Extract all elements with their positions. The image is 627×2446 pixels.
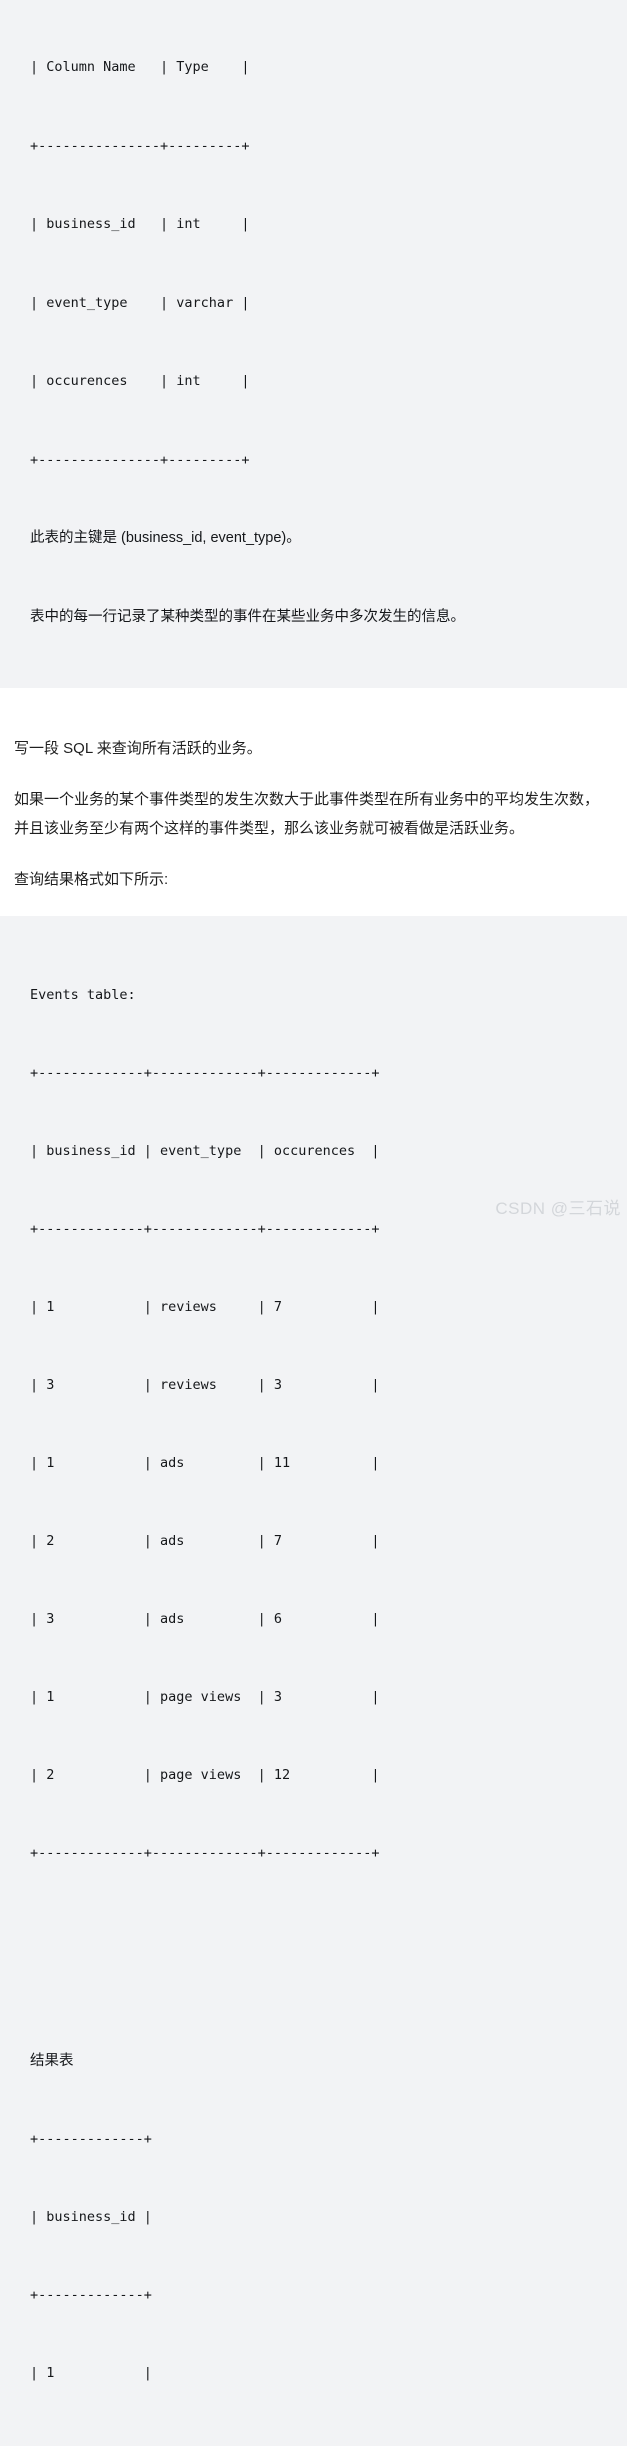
code-line: | occurences | int |: [30, 373, 250, 389]
code-line: | 1 |: [30, 2365, 152, 2381]
result-table-title: 结果表: [30, 2053, 74, 2069]
table-schema-code-block: | Column Name | Type | +---------------+…: [0, 0, 627, 688]
code-line: +-------------+: [0, 2438, 627, 2446]
code-line: +-------------+-------------+-----------…: [30, 1065, 380, 1081]
csdn-watermark: CSDN @三石说: [495, 1199, 621, 1218]
code-line: +-------------+-------------+-----------…: [30, 1845, 380, 1861]
code-line: | 1 | reviews | 7 |: [30, 1299, 380, 1315]
code-line: +-------------+: [30, 2287, 152, 2303]
code-line: | 3 | reviews | 3 |: [30, 1377, 380, 1393]
active-business-definition: 如果一个业务的某个事件类型的发生次数大于此事件类型在所有业务中的平均发生次数，并…: [14, 791, 600, 837]
code-line: | 3 | ads | 6 |: [30, 1611, 380, 1627]
code-line: +-------------+-------------+-----------…: [30, 1221, 380, 1237]
code-line: +-------------+: [30, 2131, 152, 2147]
code-line: | business_id | int |: [30, 216, 250, 232]
code-line: | 2 | ads | 7 |: [30, 1533, 380, 1549]
task-statement: 写一段 SQL 来查询所有活跃的业务。: [14, 740, 262, 757]
result-format-intro: 查询结果格式如下所示:: [14, 871, 169, 888]
code-line: | 1 | ads | 11 |: [30, 1455, 380, 1471]
code-line: | 1 | page views | 3 |: [30, 1689, 380, 1705]
schema-note-primary-key: 此表的主键是 (business_id, event_type)。: [30, 530, 301, 546]
code-line: | business_id |: [30, 2209, 152, 2225]
code-line: | Column Name | Type |: [30, 59, 250, 75]
code-line: | 2 | page views | 12 |: [30, 1767, 380, 1783]
code-line: +---------------+---------+: [30, 451, 250, 468]
code-line: | business_id | event_type | occurences …: [30, 1143, 380, 1159]
problem-description: 写一段 SQL 来查询所有活跃的业务。 如果一个业务的某个事件类型的发生次数大于…: [0, 734, 627, 894]
events-table-title: Events table:: [30, 987, 136, 1003]
code-line: +---------------+---------+: [30, 137, 250, 154]
example-code-block: Events table: +-------------+-----------…: [0, 916, 627, 2446]
code-line: | event_type | varchar |: [30, 294, 250, 311]
page-root: | Column Name | Type | +---------------+…: [0, 0, 627, 2446]
schema-note-row-meaning: 表中的每一行记录了某种类型的事件在某些业务中多次发生的信息。: [30, 608, 465, 625]
